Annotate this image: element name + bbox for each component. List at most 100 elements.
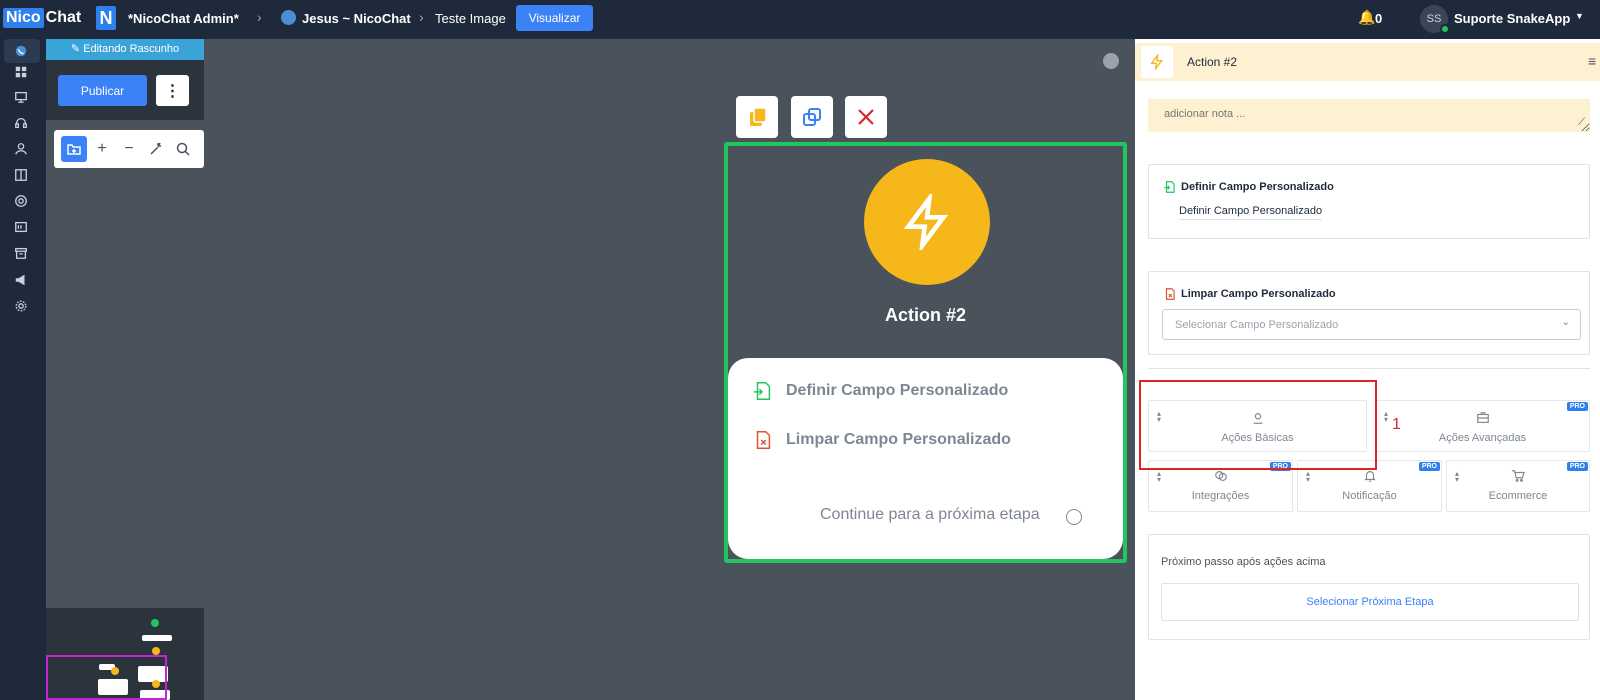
tile-label: Ecommerce (1488, 490, 1548, 502)
nicochat-logo[interactable]: Nico Chat (3, 8, 81, 28)
node-action-label: Limpar Campo Personalizado (786, 431, 1011, 448)
node-action-set-field[interactable]: Definir Campo Personalizado (752, 380, 1008, 402)
chevron-right-icon: › (257, 9, 262, 25)
action-node-badge (864, 159, 990, 285)
select-custom-field[interactable]: Selecionar Campo Personalizado ⌄ (1162, 309, 1581, 340)
action-node[interactable]: Action #2 Definir Campo Personalizado Li… (724, 142, 1127, 563)
zoom-in-icon[interactable]: + (89, 136, 115, 162)
user-icon[interactable] (13, 141, 29, 157)
next-step-card: Próximo passo após ações acima Seleciona… (1148, 534, 1590, 640)
draft-banner-label: Editando Rascunho (83, 43, 180, 55)
integrations-icon (1213, 468, 1229, 484)
minimap-viewport[interactable] (46, 655, 167, 700)
drag-handle-icon[interactable]: ▴ ▾ (1384, 410, 1388, 424)
minimap-node (142, 635, 172, 641)
resize-handle-icon[interactable]: ⟋ (1578, 117, 1585, 128)
lifebuoy-icon[interactable] (13, 193, 29, 209)
pro-badge: PRO (1566, 462, 1588, 471)
drag-handle-icon[interactable]: ▴ ▾ (1455, 470, 1459, 484)
publish-button[interactable]: Publicar (58, 75, 147, 106)
edit-icon: ✎ (70, 43, 84, 55)
tile-label: Notificação (1342, 490, 1397, 502)
duplicate-icon (803, 108, 821, 126)
next-step-label: Próximo passo após ações acima (1161, 556, 1326, 568)
delete-node-button[interactable] (845, 96, 887, 138)
chevron-down-icon[interactable]: ▼ (1575, 11, 1584, 21)
note-input[interactable] (1148, 99, 1590, 132)
close-icon (858, 109, 874, 125)
set-field-value[interactable]: Definir Campo Personalizado (1179, 205, 1323, 220)
clear-field-heading-label: Limpar Campo Personalizado (1181, 288, 1336, 300)
drag-handle-icon[interactable]: ▴ ▾ (1306, 470, 1310, 484)
template-icon[interactable] (13, 219, 29, 235)
drag-handle-icon[interactable]: ▴ ▾ (1157, 470, 1161, 484)
pro-badge: PRO (1418, 462, 1440, 471)
duplicate-node-button[interactable] (791, 96, 833, 138)
visualize-button[interactable]: Visualizar (516, 5, 593, 31)
presentation-icon[interactable] (13, 89, 29, 105)
action-settings-panel: Action #2 ≡ ⟋ Definir Campo Personalizad… (1135, 39, 1600, 700)
zoom-out-icon[interactable]: − (116, 136, 142, 162)
archive-icon[interactable] (13, 245, 29, 261)
toolbox-icon (1475, 410, 1491, 426)
more-options-button[interactable]: ⋮ (156, 75, 189, 106)
minimap[interactable] (46, 608, 204, 700)
bell-icon[interactable]: 🔔 (1358, 9, 1375, 26)
workspace-badge[interactable]: N (96, 6, 116, 30)
headset-icon[interactable] (13, 115, 29, 131)
next-step-connector[interactable] (1066, 509, 1082, 525)
file-x-icon (1165, 288, 1175, 300)
canvas-toolbar: + − (54, 130, 204, 168)
node-action-clear-field[interactable]: Limpar Campo Personalizado (752, 429, 1011, 451)
megaphone-icon[interactable] (13, 272, 29, 288)
annotation-highlight-box (1139, 380, 1377, 470)
select-placeholder: Selecionar Campo Personalizado (1175, 319, 1339, 331)
panel-title[interactable]: Action #2 (1187, 55, 1237, 69)
file-import-icon (753, 382, 771, 400)
dashboard-icon[interactable] (13, 64, 29, 80)
node-action-label: Definir Campo Personalizado (786, 382, 1009, 399)
tile-ecommerce[interactable]: ▴ ▾ PRO Ecommerce (1446, 460, 1590, 512)
copy-icon (750, 107, 767, 126)
copy-node-button[interactable] (736, 96, 778, 138)
lightning-icon (1141, 46, 1173, 78)
draft-banner: ✎ Editando Rascunho (46, 39, 204, 60)
bell-icon (1362, 468, 1378, 484)
minimap-action-node (152, 647, 160, 655)
minimap-start-node (151, 619, 159, 627)
online-status-dot (1440, 24, 1450, 34)
lightning-icon (903, 194, 948, 250)
clear-field-card: Limpar Campo Personalizado Selecionar Ca… (1148, 271, 1590, 355)
set-field-heading: Definir Campo Personalizado (1163, 180, 1334, 194)
breadcrumb-bot[interactable]: Jesus ~ NicoChat (302, 11, 411, 26)
upload-icon[interactable] (1103, 53, 1119, 69)
magic-wand-icon[interactable] (143, 136, 169, 162)
top-bar: Nico Chat N *NicoChat Admin* › Jesus ~ Ni… (0, 0, 1600, 39)
cart-icon (1510, 468, 1526, 484)
clear-field-heading: Limpar Campo Personalizado (1163, 287, 1336, 301)
logo-chat-text: Chat (45, 9, 82, 26)
select-next-step-button[interactable]: Selecionar Próxima Etapa (1161, 583, 1579, 621)
divider (1148, 368, 1590, 369)
whatsapp-icon (281, 10, 296, 25)
panel-header: Action #2 ≡ (1135, 43, 1600, 81)
chevron-down-icon: ⌄ (1561, 317, 1570, 328)
whatsapp-icon[interactable] (13, 43, 29, 59)
file-x-icon (756, 431, 771, 449)
user-name[interactable]: Suporte SnakeApp (1454, 11, 1570, 26)
notification-count: 0 (1375, 11, 1383, 26)
chevron-right-icon: › (419, 9, 424, 25)
tile-label: Integrações (1191, 490, 1250, 502)
menu-icon[interactable]: ≡ (1588, 53, 1596, 69)
tile-advanced-actions[interactable]: ▴ ▾ PRO Ações Avançadas (1375, 400, 1590, 452)
breadcrumb-admin[interactable]: *NicoChat Admin* (128, 11, 239, 26)
add-folder-icon[interactable] (61, 136, 87, 162)
breadcrumb-flow[interactable]: Teste Image (435, 11, 506, 26)
pro-badge: PRO (1566, 402, 1588, 411)
search-icon[interactable] (170, 136, 196, 162)
left-icon-rail (0, 39, 46, 700)
file-import-icon (1164, 181, 1175, 193)
columns-icon[interactable] (13, 167, 29, 183)
settings-icon[interactable] (13, 298, 29, 314)
continue-next-step-label: Continue para a próxima etapa (820, 506, 1040, 523)
